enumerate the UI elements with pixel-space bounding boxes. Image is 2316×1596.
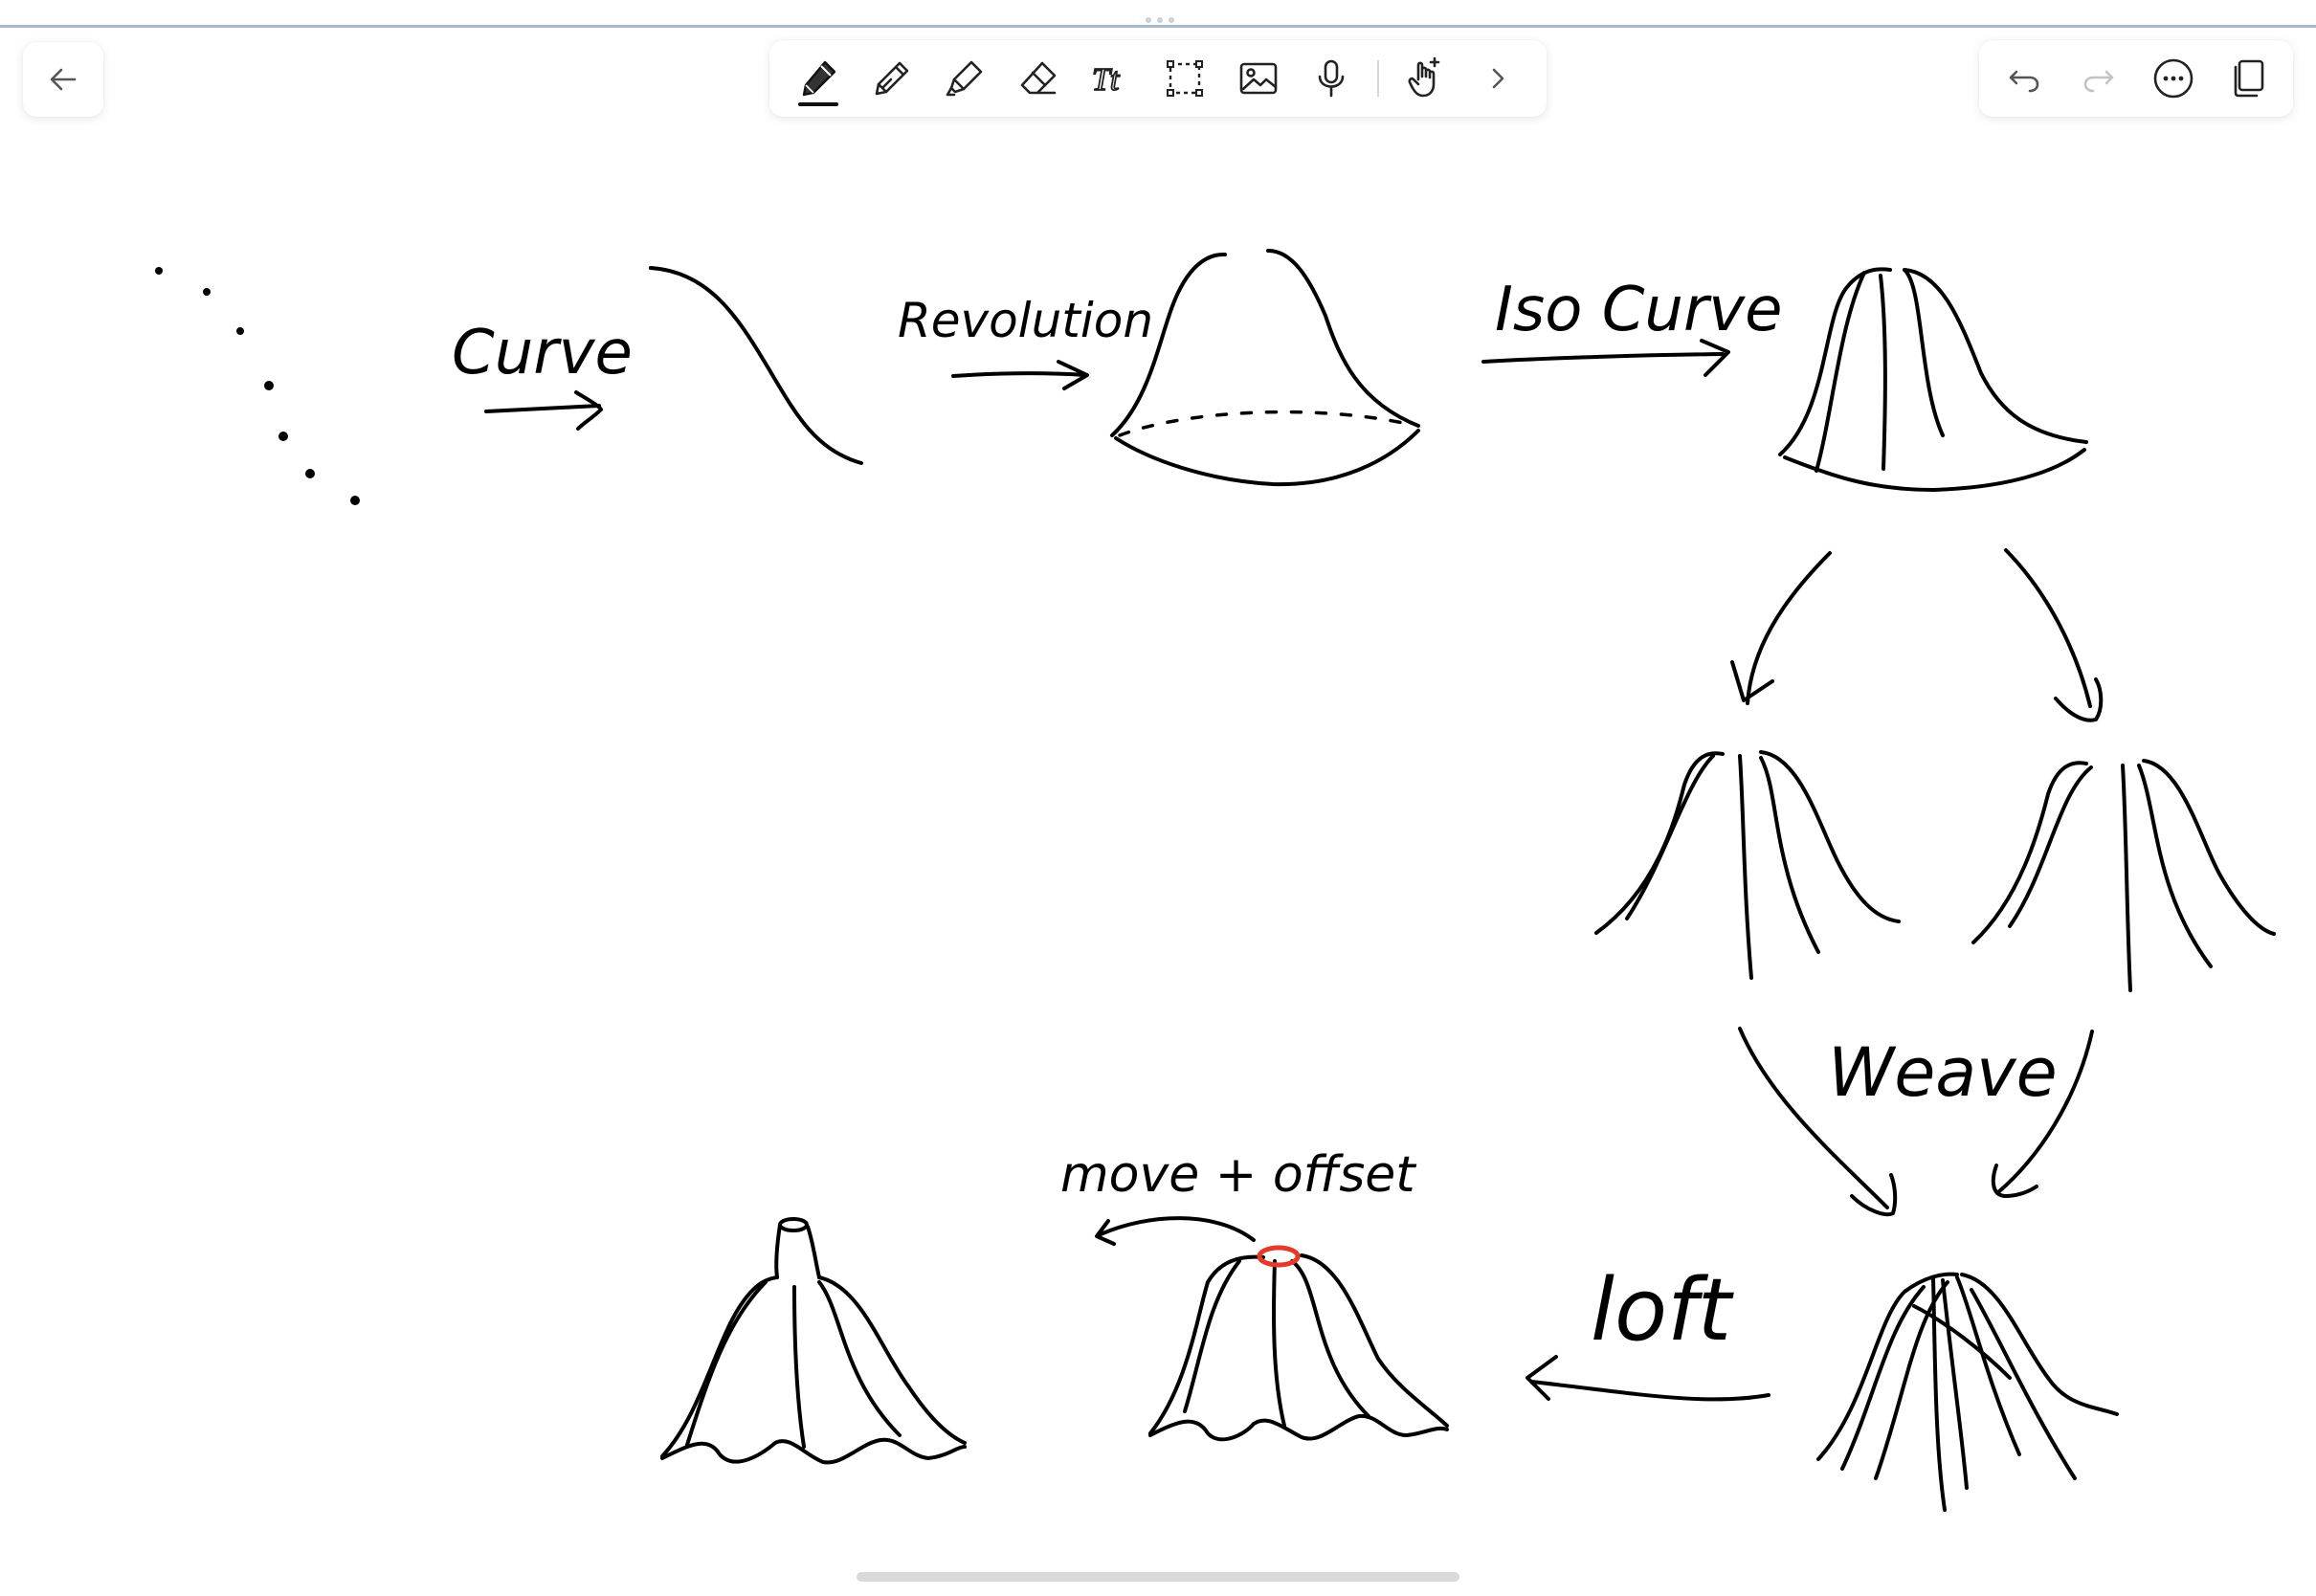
- highlighter-tool[interactable]: [937, 49, 992, 108]
- microphone-icon: [1318, 59, 1345, 98]
- drawing-toolbar: Tt: [769, 40, 1547, 117]
- eraser-icon: [1020, 61, 1057, 95]
- more-horizontal-icon: [2153, 58, 2194, 99]
- arrow-left-icon: [50, 68, 77, 91]
- lasso-tool[interactable]: [1157, 49, 1213, 108]
- label-move-offset: move + offset: [1060, 1146, 1416, 1204]
- split-curves-left: [1594, 750, 1901, 980]
- svg-text:Tt: Tt: [1092, 62, 1121, 98]
- text-icon: Tt: [1091, 61, 1122, 99]
- scroll-indicator[interactable]: [857, 1572, 1459, 1582]
- pen-tool[interactable]: [791, 49, 846, 108]
- split-curves-right: [1971, 759, 2276, 992]
- pages-icon: [2234, 59, 2264, 98]
- more-tools-button[interactable]: [1470, 49, 1525, 108]
- revolved-surface: [1110, 249, 1420, 487]
- chevron-right-icon: [1492, 68, 1504, 89]
- highlight-ring: [1257, 1245, 1301, 1268]
- label-curve: Curve: [452, 318, 633, 388]
- label-iso-curve: Iso Curve: [1495, 275, 1783, 345]
- highlighter-icon: [946, 60, 983, 97]
- more-options-button[interactable]: [2146, 49, 2201, 108]
- control-points: [155, 267, 360, 505]
- touch-tool[interactable]: [1396, 49, 1452, 108]
- sketch-layer: Curve Revolution Iso Curve Weave loft mo…: [155, 249, 2276, 1512]
- label-revolution: Revolution: [898, 293, 1153, 348]
- pencil-icon: [875, 61, 908, 96]
- document-controls: [1979, 40, 2293, 117]
- arrow-loft: [1525, 1355, 1770, 1402]
- image-tool[interactable]: [1231, 49, 1286, 108]
- iso-curve-surface: [1778, 267, 2088, 492]
- toolbar-separator: [1376, 60, 1379, 97]
- notes-app: Tt Curve Revolution Iso Curve Weave loft…: [0, 0, 2316, 1596]
- top-divider: [0, 25, 2316, 28]
- arrow-branch-right: [2004, 548, 2104, 722]
- selected-tool-indicator: [798, 102, 838, 106]
- audio-tool[interactable]: [1303, 49, 1359, 108]
- redo-icon: [2083, 70, 2114, 93]
- pencil-tool[interactable]: [864, 49, 920, 108]
- window-grip[interactable]: [1139, 17, 1181, 25]
- drawing-canvas[interactable]: Curve Revolution Iso Curve Weave loft mo…: [0, 124, 2316, 1569]
- woven-surface: [1816, 1272, 2119, 1512]
- back-button[interactable]: [23, 42, 103, 117]
- arrow-move-offset: [1095, 1216, 1256, 1246]
- label-weave: Weave: [1828, 1033, 2058, 1112]
- text-tool[interactable]: Tt: [1083, 49, 1139, 108]
- pages-button[interactable]: [2220, 49, 2276, 108]
- hand-pointer-icon: [1408, 56, 1440, 98]
- redo-button[interactable]: [2071, 49, 2127, 108]
- pen-icon: [802, 60, 836, 97]
- profile-curve: [649, 266, 863, 465]
- arrow-curve: [484, 390, 603, 431]
- arrow-revolution: [951, 360, 1089, 390]
- undo-button[interactable]: [1996, 49, 2052, 108]
- image-icon: [1239, 62, 1277, 95]
- lasso-select-icon: [1166, 60, 1203, 97]
- lofted-surface: [1148, 1245, 1449, 1442]
- arrow-branch-left: [1730, 551, 1832, 705]
- undo-icon: [2009, 70, 2039, 93]
- arrow-iso-curve: [1481, 339, 1730, 377]
- eraser-tool[interactable]: [1011, 49, 1066, 108]
- label-loft: loft: [1591, 1260, 1735, 1361]
- final-surface: [660, 1217, 967, 1465]
